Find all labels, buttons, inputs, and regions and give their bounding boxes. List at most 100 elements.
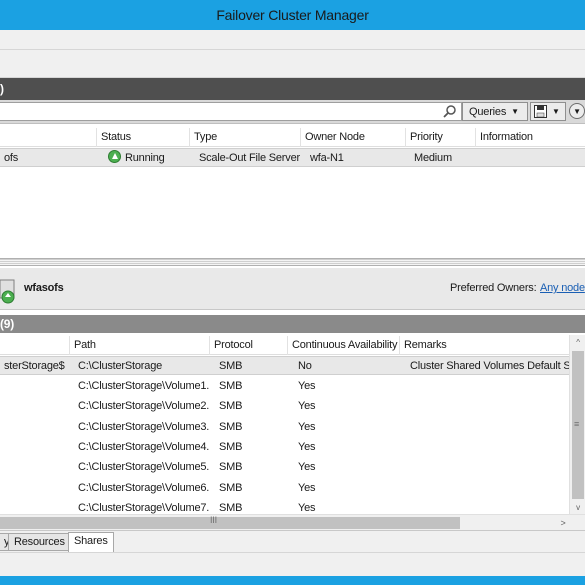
menu-bar [0,30,585,50]
share-ca-cell: Yes [298,502,316,514]
table-row[interactable]: C:\ClusterStorage\Volume4... SMB Yes [0,438,569,457]
role-name-cell: ofs [4,152,19,164]
share-name-cell [0,397,69,416]
share-path-cell: C:\ClusterStorage\Volume4... [78,441,209,453]
share-remarks-cell [406,418,569,437]
search-bar: Queries ▼ ▼ ▼ [0,100,585,124]
column-header-type[interactable]: Type [189,128,300,147]
roles-section-title: ) [0,82,4,96]
share-protocol-cell: SMB [219,482,243,494]
share-ca-cell: Yes [298,441,316,453]
share-path-cell: C:\ClusterStorage\Volume6... [78,482,209,494]
table-row[interactable]: C:\ClusterStorage\Volume1... SMB Yes [0,377,569,396]
roles-grid-header: Status Type Owner Node Priority Informat… [0,128,585,147]
share-ca-cell: Yes [298,461,316,473]
share-protocol-cell: SMB [219,441,243,453]
column-header-remarks[interactable]: Remarks [399,336,569,355]
scrollbar-corner [570,515,585,531]
share-ca-cell: No [298,360,312,372]
share-path-cell: C:\ClusterStorage\Volume5... [78,461,209,473]
share-remarks-cell: Cluster Shared Volumes Default Sha [410,360,569,372]
table-row[interactable]: C:\ClusterStorage\Volume7... SMB Yes [0,499,569,514]
share-name-cell [0,499,69,514]
column-header-priority[interactable]: Priority [405,128,475,147]
detail-tab-strip: y Resources Shares [0,530,585,552]
save-query-button[interactable]: ▼ [530,102,566,121]
share-ca-cell: Yes [298,482,316,494]
file-server-role-icon [0,279,15,304]
shares-section-title: (9) [0,317,15,331]
share-remarks-cell [406,438,569,457]
column-header-share-name[interactable] [0,336,69,355]
share-remarks-cell [406,499,569,514]
scroll-right-icon[interactable]: > [556,515,570,531]
chevron-down-icon: ▼ [573,106,581,116]
vertical-scrollbar[interactable]: ^ ≡ v [569,335,585,514]
status-bar [0,552,585,576]
role-priority-cell: Medium [414,152,452,164]
role-owner-node-cell: wfa-N1 [310,152,344,164]
scrollbar-grip-icon: III [210,515,217,525]
toolbar [0,50,585,78]
expand-collapse-button[interactable]: ▼ [569,103,585,119]
table-row[interactable]: ofs Running Scale-Out File Server wfa-N1… [0,148,585,167]
running-status-icon [108,150,121,163]
role-information-cell [480,149,540,168]
share-ca-cell: Yes [298,380,316,392]
share-name-cell [0,418,69,437]
queries-label: Queries [469,105,507,118]
share-protocol-cell: SMB [219,502,243,514]
shares-grid-header: Path Protocol Continuous Availability Re… [0,336,569,355]
tab-shares[interactable]: Shares [68,532,114,552]
share-remarks-cell [406,397,569,416]
share-remarks-cell [406,458,569,477]
share-name-cell [0,458,69,477]
tab-resources[interactable]: Resources [8,533,71,551]
share-protocol-cell: SMB [219,380,243,392]
share-path-cell: C:\ClusterStorage\Volume1... [78,380,209,392]
share-protocol-cell: SMB [219,461,243,473]
table-row[interactable]: sterStorage$ C:\ClusterStorage SMB No Cl… [0,356,569,375]
share-path-cell: C:\ClusterStorage\Volume2... [78,400,209,412]
share-protocol-cell: SMB [219,421,243,433]
column-header-path[interactable]: Path [69,336,209,355]
search-icon[interactable] [442,104,457,119]
table-row[interactable]: C:\ClusterStorage\Volume3... SMB Yes [0,418,569,437]
column-header-name[interactable] [0,128,96,147]
search-input[interactable] [0,102,462,121]
pane-splitter[interactable] [0,258,585,266]
horizontal-scrollbar[interactable]: III > [0,514,585,531]
preferred-owners-link[interactable]: Any node [540,282,585,294]
share-name-cell: sterStorage$ [4,360,65,372]
queries-button[interactable]: Queries ▼ [462,102,528,121]
share-path-cell: C:\ClusterStorage [78,360,163,372]
share-ca-cell: Yes [298,400,316,412]
shares-section-header: (9) [0,315,585,333]
column-header-protocol[interactable]: Protocol [209,336,287,355]
share-path-cell: C:\ClusterStorage\Volume7... [78,502,209,514]
share-ca-cell: Yes [298,421,316,433]
role-type-cell: Scale-Out File Server [199,152,300,164]
role-detail-header: wfasofs Preferred Owners: Any node [0,268,585,310]
preferred-owners-label: Preferred Owners: [450,282,537,294]
scrollbar-thumb[interactable] [0,517,460,529]
table-row[interactable]: C:\ClusterStorage\Volume5... SMB Yes [0,458,569,477]
column-header-information[interactable]: Information [475,128,535,147]
scrollbar-grip-icon: ≡ [574,419,580,429]
share-path-cell: C:\ClusterStorage\Volume3... [78,421,209,433]
table-row[interactable]: C:\ClusterStorage\Volume2... SMB Yes [0,397,569,416]
column-header-status[interactable]: Status [96,128,189,147]
share-protocol-cell: SMB [219,400,243,412]
role-status-cell: Running [104,149,194,168]
window-bottom-border [0,576,585,585]
roles-section-header: ) [0,78,585,100]
share-remarks-cell [406,479,569,498]
chevron-down-icon: ▼ [511,107,519,116]
column-header-continuous-availability[interactable]: Continuous Availability [287,336,399,355]
window-titlebar: Failover Cluster Manager [0,0,585,30]
scroll-up-icon[interactable]: ^ [570,335,585,349]
column-header-owner-node[interactable]: Owner Node [300,128,405,147]
table-row[interactable]: C:\ClusterStorage\Volume6... SMB Yes [0,479,569,498]
scroll-down-icon[interactable]: v [570,500,585,514]
share-name-cell [0,377,69,396]
